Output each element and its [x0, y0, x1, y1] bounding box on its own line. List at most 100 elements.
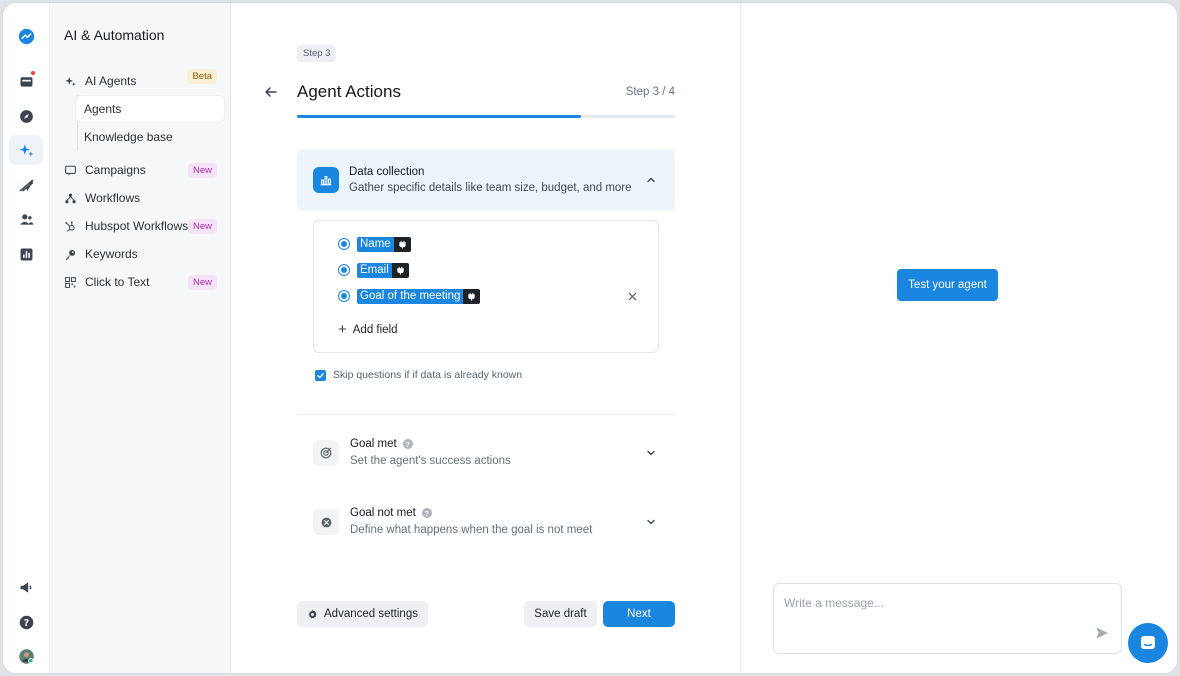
- help-icon[interactable]: ?: [9, 607, 43, 637]
- sidebar-item-label: AI Agents: [85, 74, 137, 88]
- inbox-icon[interactable]: [9, 66, 43, 96]
- sidebar-item-label: Keywords: [85, 247, 138, 261]
- send-icon[interactable]: [9, 170, 43, 200]
- sidebar-item-label: Hubspot Workflows: [85, 219, 189, 233]
- skip-known-checkbox[interactable]: Skip questions if if data is already kno…: [315, 369, 522, 381]
- step-counter: Step 3 / 4: [625, 86, 675, 98]
- question-mark-icon[interactable]: ?: [402, 439, 413, 449]
- goal-not-met-section[interactable]: Goal not met ? Define what happens when …: [313, 507, 659, 547]
- remove-field-icon[interactable]: [627, 291, 638, 302]
- advanced-settings-label: Advanced settings: [324, 608, 418, 620]
- question-mark-icon[interactable]: ?: [421, 508, 432, 518]
- next-button[interactable]: Next: [603, 601, 675, 627]
- sparkles-icon: [63, 74, 77, 88]
- sidebar-item-keywords[interactable]: Keywords: [60, 242, 225, 266]
- sidebar-item-agents[interactable]: Agents: [76, 96, 224, 122]
- goal-met-section[interactable]: Goal met ? Set the agent's success actio…: [313, 438, 659, 478]
- page-title: Agent Actions: [297, 82, 401, 101]
- test-agent-button[interactable]: Test your agent: [897, 269, 998, 301]
- back-arrow-icon[interactable]: [263, 84, 279, 100]
- plug-icon: [393, 236, 411, 252]
- sidebar: AI & Automation AI Agents Beta Agents Kn…: [50, 3, 231, 673]
- x-circle-icon: [313, 509, 339, 535]
- field-chip[interactable]: Email: [357, 262, 409, 278]
- step-tag: Step 3: [297, 45, 337, 62]
- sidebar-item-workflows[interactable]: Workflows: [60, 186, 225, 210]
- save-draft-button[interactable]: Save draft: [524, 601, 597, 627]
- field-chip[interactable]: Name: [357, 236, 411, 252]
- new-badge: New: [187, 275, 217, 290]
- logo-icon[interactable]: [9, 21, 43, 51]
- chat-bubble-icon: [1141, 636, 1155, 649]
- key-icon: [63, 247, 77, 261]
- target-icon: [313, 440, 339, 466]
- field-chip-label: Goal of the meeting: [357, 288, 464, 304]
- chevron-down-icon[interactable]: [645, 516, 657, 528]
- campaign-icon: [63, 163, 77, 177]
- qr-code-icon: [63, 275, 77, 289]
- avatar[interactable]: [9, 641, 43, 671]
- goal-not-met-title-text: Goal not met: [350, 507, 416, 519]
- field-chip-label: Name: [357, 236, 394, 252]
- sidebar-item-label: Click to Text: [85, 275, 150, 289]
- new-badge: New: [187, 219, 217, 234]
- chevron-up-icon[interactable]: [645, 174, 657, 186]
- sidebar-item-click-to-text[interactable]: Click to Text New: [60, 270, 225, 294]
- notification-dot: [30, 70, 36, 76]
- add-field-button[interactable]: + Add field: [338, 322, 398, 337]
- radio-selected[interactable]: [338, 238, 350, 250]
- plug-icon: [463, 288, 481, 304]
- message-input[interactable]: Write a message...: [784, 596, 884, 610]
- skip-label: Skip questions if if data is already kno…: [333, 369, 523, 381]
- chart-icon[interactable]: [9, 239, 43, 269]
- sidebar-item-knowledge-base[interactable]: Knowledge base: [76, 124, 224, 150]
- plug-icon: [391, 262, 409, 278]
- add-field-label: Add field: [352, 323, 398, 336]
- field-name[interactable]: Name: [338, 236, 411, 252]
- goal-met-title: Goal met ?: [350, 438, 413, 450]
- hubspot-icon: [63, 219, 77, 233]
- send-message-icon[interactable]: [1095, 626, 1109, 640]
- new-badge: New: [187, 163, 217, 178]
- field-chip[interactable]: Goal of the meeting: [357, 288, 481, 304]
- field-chip-label: Email: [357, 262, 392, 278]
- progress-fill: [297, 115, 581, 118]
- main-panel: Step 3 Agent Actions Step 3 / 4 Data col…: [231, 3, 740, 673]
- support-chat-button[interactable]: [1128, 623, 1168, 663]
- sidebar-item-label: Campaigns: [85, 163, 146, 177]
- goal-met-subtitle: Set the agent's success actions: [350, 455, 511, 467]
- bar-chart-icon: [313, 167, 339, 193]
- message-composer[interactable]: Write a message...: [773, 583, 1122, 654]
- sidebar-item-ai-agents[interactable]: AI Agents Beta: [60, 69, 225, 93]
- data-collection-title: Data collection: [349, 166, 425, 178]
- sidebar-item-label: Workflows: [85, 191, 141, 205]
- checkbox-checked-icon[interactable]: [315, 369, 326, 381]
- goal-met-title-text: Goal met: [350, 438, 397, 450]
- goal-not-met-title: Goal not met ?: [350, 507, 432, 519]
- chevron-down-icon[interactable]: [645, 447, 657, 459]
- advanced-settings-button[interactable]: Advanced settings: [297, 601, 428, 627]
- workflow-icon: [63, 191, 77, 205]
- megaphone-icon[interactable]: [9, 572, 43, 602]
- field-email[interactable]: Email: [338, 262, 409, 278]
- data-collection-header[interactable]: Data collection Gather specific details …: [297, 149, 675, 211]
- field-goal-of-meeting[interactable]: Goal of the meeting: [338, 288, 481, 304]
- beta-badge: Beta: [187, 69, 217, 84]
- chat-preview-panel: Test your agent Write a message...: [740, 3, 1177, 673]
- fields-list: Name Email Goal of the meeting + Add fie…: [313, 220, 659, 353]
- radio-selected[interactable]: [338, 290, 350, 302]
- sidebar-item-campaigns[interactable]: Campaigns New: [60, 158, 225, 182]
- svg-text:?: ?: [23, 617, 28, 628]
- icon-rail: ?: [3, 3, 50, 673]
- section-divider: [297, 414, 675, 415]
- plus-icon: +: [338, 321, 347, 338]
- sidebar-item-hubspot-workflows[interactable]: Hubspot Workflows New: [60, 214, 225, 238]
- gear-icon: [308, 609, 317, 618]
- goal-not-met-subtitle: Define what happens when the goal is not…: [350, 524, 593, 536]
- sparkles-icon[interactable]: [9, 135, 43, 165]
- compass-icon[interactable]: [9, 101, 43, 131]
- data-collection-subtitle: Gather specific details like team size, …: [349, 182, 632, 194]
- contacts-icon[interactable]: [9, 204, 43, 234]
- sidebar-title: AI & Automation: [64, 27, 165, 43]
- radio-selected[interactable]: [338, 264, 350, 276]
